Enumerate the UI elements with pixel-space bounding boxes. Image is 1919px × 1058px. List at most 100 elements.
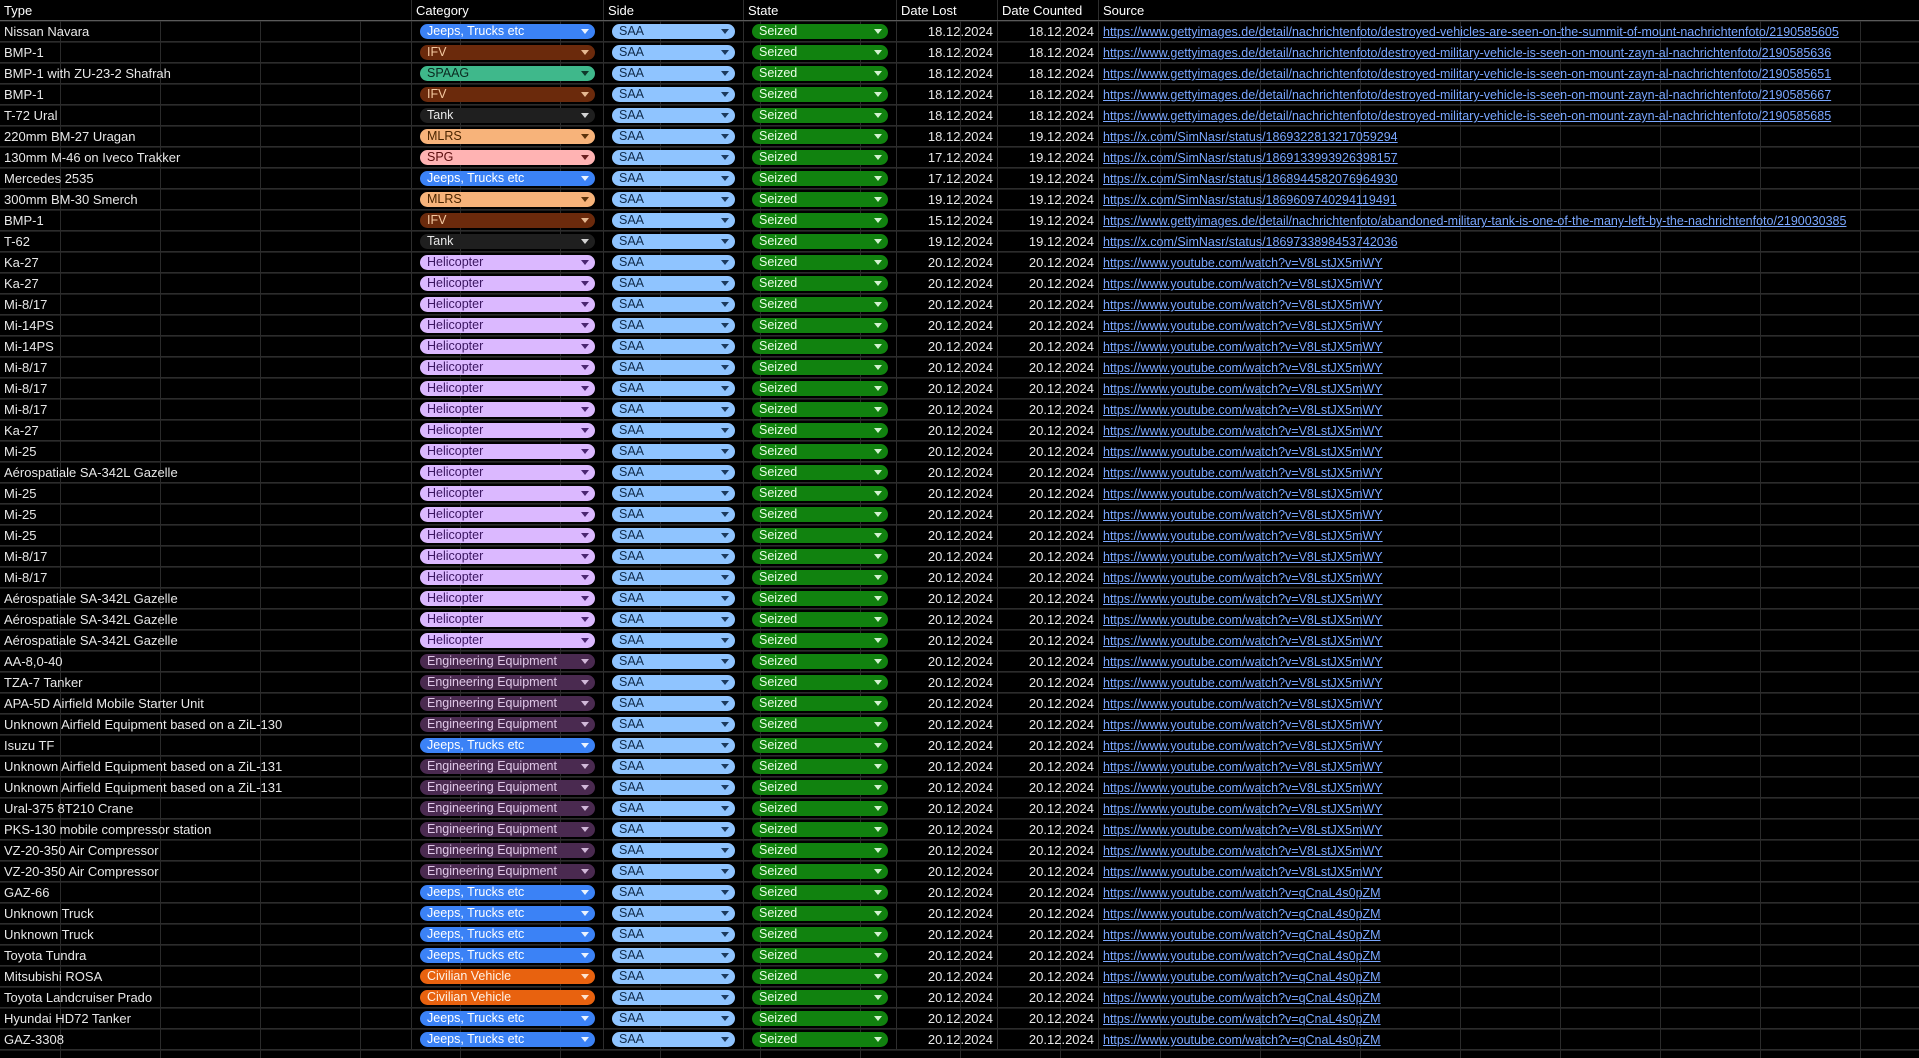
side-cell[interactable]: SAA — [604, 903, 744, 923]
date-counted-cell[interactable]: 19.12.2024 — [998, 231, 1099, 251]
source-link[interactable]: https://www.gettyimages.de/detail/nachri… — [1103, 46, 1831, 60]
source-cell[interactable]: https://www.youtube.com/watch?v=qCnaL4s0… — [1099, 903, 1919, 923]
side-cell[interactable]: SAA — [604, 840, 744, 860]
date-lost-cell[interactable]: 18.12.2024 — [897, 105, 998, 125]
source-cell[interactable]: https://www.youtube.com/watch?v=V8LstJX5… — [1099, 756, 1919, 776]
side-cell[interactable]: SAA — [604, 168, 744, 188]
date-counted-cell[interactable]: 20.12.2024 — [998, 483, 1099, 503]
date-lost-cell[interactable]: 20.12.2024 — [897, 924, 998, 944]
date-lost-cell[interactable]: 15.12.2024 — [897, 210, 998, 230]
side-cell[interactable]: SAA — [604, 252, 744, 272]
side-dropdown-chip[interactable]: SAA — [612, 780, 735, 795]
dropdown-arrow-icon[interactable] — [581, 323, 589, 328]
date-counted-cell[interactable]: 20.12.2024 — [998, 798, 1099, 818]
date-lost-cell[interactable]: 20.12.2024 — [897, 378, 998, 398]
source-cell[interactable]: https://www.youtube.com/watch?v=V8LstJX5… — [1099, 546, 1919, 566]
dropdown-arrow-icon[interactable] — [721, 491, 729, 496]
dropdown-arrow-icon[interactable] — [874, 659, 882, 664]
type-cell[interactable]: Toyota Landcruiser Prado — [0, 987, 412, 1007]
side-dropdown-chip[interactable]: SAA — [612, 990, 735, 1005]
dropdown-arrow-icon[interactable] — [581, 50, 589, 55]
state-cell[interactable]: Seized — [744, 336, 897, 356]
type-cell[interactable]: Unknown Airfield Equipment based on a Zi… — [0, 756, 412, 776]
side-dropdown-chip[interactable]: SAA — [612, 171, 735, 186]
date-lost-cell[interactable]: 19.12.2024 — [897, 189, 998, 209]
dropdown-arrow-icon[interactable] — [581, 344, 589, 349]
dropdown-arrow-icon[interactable] — [721, 260, 729, 265]
type-cell[interactable]: 130mm M-46 on Iveco Trakker — [0, 147, 412, 167]
category-dropdown-chip[interactable]: Engineering Equipment — [420, 864, 595, 879]
source-link[interactable]: https://www.youtube.com/watch?v=qCnaL4s0… — [1103, 970, 1381, 984]
dropdown-arrow-icon[interactable] — [721, 617, 729, 622]
category-cell[interactable]: Civilian Vehicle — [412, 966, 604, 986]
state-dropdown-chip[interactable]: Seized — [752, 444, 888, 459]
date-counted-cell[interactable]: 20.12.2024 — [998, 693, 1099, 713]
side-dropdown-chip[interactable]: SAA — [612, 213, 735, 228]
source-link[interactable]: https://www.youtube.com/watch?v=V8LstJX5… — [1103, 823, 1383, 837]
side-cell[interactable]: SAA — [604, 672, 744, 692]
category-cell[interactable]: Helicopter — [412, 462, 604, 482]
dropdown-arrow-icon[interactable] — [581, 386, 589, 391]
state-dropdown-chip[interactable]: Seized — [752, 591, 888, 606]
source-link[interactable]: https://www.youtube.com/watch?v=V8LstJX5… — [1103, 718, 1383, 732]
dropdown-arrow-icon[interactable] — [581, 701, 589, 706]
side-dropdown-chip[interactable]: SAA — [612, 843, 735, 858]
source-link[interactable]: https://www.youtube.com/watch?v=V8LstJX5… — [1103, 256, 1383, 270]
state-cell[interactable]: Seized — [744, 651, 897, 671]
category-dropdown-chip[interactable]: Helicopter — [420, 423, 595, 438]
dropdown-arrow-icon[interactable] — [721, 764, 729, 769]
type-cell[interactable]: Unknown Airfield Equipment based on a Zi… — [0, 777, 412, 797]
date-lost-cell[interactable]: 20.12.2024 — [897, 903, 998, 923]
side-cell[interactable]: SAA — [604, 525, 744, 545]
dropdown-arrow-icon[interactable] — [581, 113, 589, 118]
column-header-source[interactable]: Source — [1099, 0, 1919, 20]
state-dropdown-chip[interactable]: Seized — [752, 360, 888, 375]
side-cell[interactable]: SAA — [604, 567, 744, 587]
dropdown-arrow-icon[interactable] — [721, 554, 729, 559]
category-dropdown-chip[interactable]: Jeeps, Trucks etc — [420, 738, 595, 753]
dropdown-arrow-icon[interactable] — [721, 953, 729, 958]
dropdown-arrow-icon[interactable] — [874, 596, 882, 601]
side-cell[interactable]: SAA — [604, 987, 744, 1007]
side-cell[interactable]: SAA — [604, 105, 744, 125]
source-link[interactable]: https://www.youtube.com/watch?v=V8LstJX5… — [1103, 508, 1383, 522]
source-link[interactable]: https://www.youtube.com/watch?v=V8LstJX5… — [1103, 298, 1383, 312]
type-cell[interactable]: Nissan Navara — [0, 21, 412, 41]
type-cell[interactable]: BMP-1 — [0, 210, 412, 230]
dropdown-arrow-icon[interactable] — [874, 785, 882, 790]
side-dropdown-chip[interactable]: SAA — [612, 885, 735, 900]
category-cell[interactable]: IFV — [412, 84, 604, 104]
state-cell[interactable]: Seized — [744, 798, 897, 818]
side-dropdown-chip[interactable]: SAA — [612, 927, 735, 942]
category-cell[interactable]: Jeeps, Trucks etc — [412, 924, 604, 944]
source-cell[interactable]: https://www.gettyimages.de/detail/nachri… — [1099, 63, 1919, 83]
type-cell[interactable]: Mi-25 — [0, 504, 412, 524]
state-cell[interactable]: Seized — [744, 945, 897, 965]
source-link[interactable]: https://www.youtube.com/watch?v=V8LstJX5… — [1103, 403, 1383, 417]
dropdown-arrow-icon[interactable] — [721, 386, 729, 391]
dropdown-arrow-icon[interactable] — [581, 869, 589, 874]
dropdown-arrow-icon[interactable] — [874, 155, 882, 160]
source-link[interactable]: https://www.youtube.com/watch?v=V8LstJX5… — [1103, 277, 1383, 291]
date-counted-cell[interactable]: 20.12.2024 — [998, 1008, 1099, 1028]
source-cell[interactable]: https://www.youtube.com/watch?v=qCnaL4s0… — [1099, 882, 1919, 902]
dropdown-arrow-icon[interactable] — [874, 449, 882, 454]
date-lost-cell[interactable]: 20.12.2024 — [897, 336, 998, 356]
state-cell[interactable]: Seized — [744, 84, 897, 104]
type-cell[interactable]: BMP-1 with ZU-23-2 Shafrah — [0, 63, 412, 83]
source-link[interactable]: https://www.youtube.com/watch?v=V8LstJX5… — [1103, 865, 1383, 879]
side-dropdown-chip[interactable]: SAA — [612, 633, 735, 648]
side-dropdown-chip[interactable]: SAA — [612, 507, 735, 522]
source-link[interactable]: https://www.youtube.com/watch?v=V8LstJX5… — [1103, 739, 1383, 753]
state-cell[interactable]: Seized — [744, 483, 897, 503]
dropdown-arrow-icon[interactable] — [581, 449, 589, 454]
type-cell[interactable]: Unknown Truck — [0, 903, 412, 923]
category-cell[interactable]: Engineering Equipment — [412, 672, 604, 692]
category-cell[interactable]: Engineering Equipment — [412, 861, 604, 881]
category-cell[interactable]: MLRS — [412, 189, 604, 209]
source-cell[interactable]: https://www.youtube.com/watch?v=V8LstJX5… — [1099, 861, 1919, 881]
category-dropdown-chip[interactable]: Helicopter — [420, 591, 595, 606]
side-dropdown-chip[interactable]: SAA — [612, 381, 735, 396]
date-counted-cell[interactable]: 20.12.2024 — [998, 756, 1099, 776]
side-dropdown-chip[interactable]: SAA — [612, 801, 735, 816]
